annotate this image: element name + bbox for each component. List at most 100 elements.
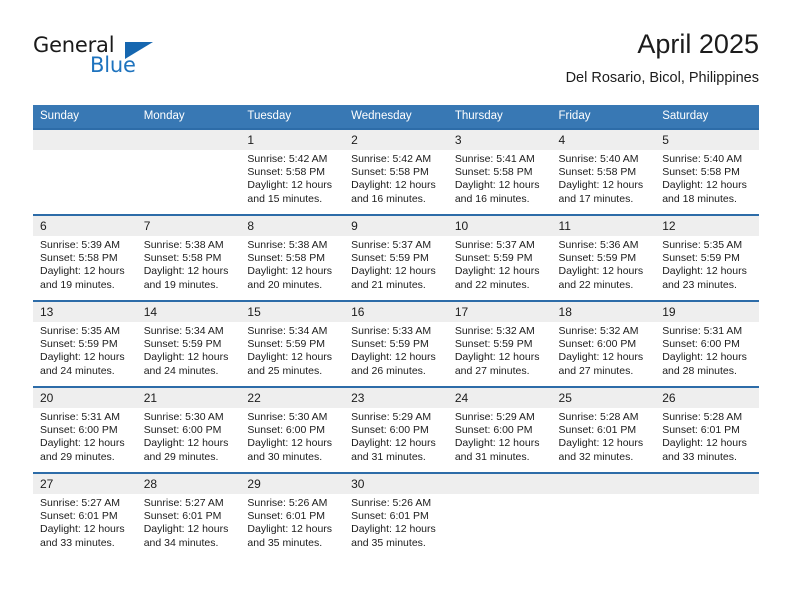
day-sun-info: Sunrise: 5:29 AM Sunset: 6:00 PM Daylight:… — [344, 408, 448, 464]
sunset-text: Sunset: 6:00 PM — [454, 424, 533, 437]
logo-text-blue: Blue — [90, 53, 136, 77]
daylight-text-line2: and 27 minutes. — [558, 364, 634, 377]
calendar-day-cell[interactable]: 21 Sunrise: 5:30 AM Sunset: 6:00 PM Dayligh… — [136, 386, 241, 473]
calendar-day-cell[interactable]: 8 Sunrise: 5:38 AM Sunset: 5:58 PM Daylight… — [240, 214, 345, 301]
daylight-text-line1: Daylight: 12 hours — [454, 437, 540, 450]
day-sun-info: Sunrise: 5:28 AM Sunset: 6:01 PM Daylight:… — [552, 408, 656, 464]
day-sun-info: Sunrise: 5:38 AM Sunset: 5:58 PM Daylight:… — [137, 236, 241, 292]
calendar-day-cell[interactable]: 18 Sunrise: 5:32 AM Sunset: 6:00 PM Dayligh… — [551, 300, 656, 387]
calendar-day-cell[interactable]: 20 Sunrise: 5:31 AM Sunset: 6:00 PM Dayligh… — [33, 386, 137, 473]
daylight-text-line1: Daylight: 12 hours — [247, 437, 333, 450]
daylight-text-line2: and 19 minutes. — [143, 278, 219, 291]
day-sun-info: Sunrise: 5:38 AM Sunset: 5:58 PM Daylight:… — [240, 236, 344, 292]
calendar-day-cell[interactable]: 5 Sunrise: 5:40 AM Sunset: 5:58 PM Daylight… — [655, 128, 759, 215]
sunrise-text: Sunrise: 5:28 AM — [662, 411, 743, 423]
day-sun-info: Sunrise: 5:28 AM Sunset: 6:01 PM Daylight:… — [655, 408, 759, 464]
day-sun-info: Sunrise: 5:33 AM Sunset: 5:59 PM Daylight:… — [344, 322, 448, 378]
sunset-text: Sunset: 6:00 PM — [558, 338, 637, 351]
daylight-text-line2: and 35 minutes. — [247, 536, 323, 549]
daylight-text-line2: and 29 minutes. — [143, 450, 219, 463]
day-number: 8 — [240, 216, 345, 236]
calendar-day-cell[interactable]: 12 Sunrise: 5:35 AM Sunset: 5:59 PM Dayligh… — [655, 214, 759, 301]
calendar-day-cell[interactable]: 26 Sunrise: 5:28 AM Sunset: 6:01 PM Dayligh… — [655, 386, 759, 473]
calendar-day-cell[interactable]: 25 Sunrise: 5:28 AM Sunset: 6:01 PM Dayligh… — [551, 386, 656, 473]
general-blue-logo[interactable]: General Blue — [33, 33, 163, 85]
sunrise-text: Sunrise: 5:37 AM — [454, 239, 535, 251]
sunset-text: Sunset: 6:01 PM — [247, 510, 326, 523]
calendar-body: 1 Sunrise: 5:42 AM Sunset: 5:58 PM Daylight… — [33, 128, 759, 558]
calendar-day-cell[interactable]: 9 Sunrise: 5:37 AM Sunset: 5:59 PM Daylight… — [344, 214, 448, 301]
daylight-text-line2: and 29 minutes. — [40, 450, 115, 463]
daylight-text-line1: Daylight: 12 hours — [143, 351, 229, 364]
calendar-day-cell[interactable]: 19 Sunrise: 5:31 AM Sunset: 6:00 PM Dayligh… — [655, 300, 759, 387]
sunrise-text: Sunrise: 5:42 AM — [351, 153, 432, 165]
calendar-day-cell[interactable]: 23 Sunrise: 5:29 AM Sunset: 6:00 PM Dayligh… — [344, 386, 448, 473]
calendar-day-cell[interactable]: 7 Sunrise: 5:38 AM Sunset: 5:58 PM Daylight… — [136, 214, 241, 301]
daylight-text-line1: Daylight: 12 hours — [40, 523, 125, 536]
calendar-day-cell[interactable]: 16 Sunrise: 5:33 AM Sunset: 5:59 PM Dayligh… — [344, 300, 448, 387]
calendar-day-cell[interactable]: 1 Sunrise: 5:42 AM Sunset: 5:58 PM Daylight… — [240, 128, 345, 215]
daylight-text-line1: Daylight: 12 hours — [662, 265, 747, 278]
calendar-day-cell[interactable]: 14 Sunrise: 5:34 AM Sunset: 5:59 PM Dayligh… — [136, 300, 241, 387]
calendar-day-cell[interactable]: 24 Sunrise: 5:29 AM Sunset: 6:00 PM Dayligh… — [447, 386, 552, 473]
daylight-text-line1: Daylight: 12 hours — [143, 523, 229, 536]
day-number: 7 — [136, 216, 241, 236]
daylight-text-line2: and 31 minutes. — [454, 450, 530, 463]
sunrise-text: Sunrise: 5:27 AM — [143, 497, 224, 509]
daylight-text-line2: and 35 minutes. — [351, 536, 426, 549]
weekday-header-wednesday: Wednesday — [344, 105, 448, 129]
sunrise-text: Sunrise: 5:34 AM — [143, 325, 224, 337]
weekday-header-saturday: Saturday — [655, 105, 759, 129]
calendar-day-cell[interactable]: 11 Sunrise: 5:36 AM Sunset: 5:59 PM Dayligh… — [551, 214, 656, 301]
daylight-text-line1: Daylight: 12 hours — [558, 351, 644, 364]
calendar-day-cell[interactable]: 4 Sunrise: 5:40 AM Sunset: 5:58 PM Daylight… — [551, 128, 656, 215]
calendar-day-cell[interactable]: 2 Sunrise: 5:42 AM Sunset: 5:58 PM Daylight… — [344, 128, 448, 215]
sunset-text: Sunset: 5:59 PM — [40, 338, 118, 351]
sunset-text: Sunset: 6:01 PM — [40, 510, 118, 523]
sunrise-text: Sunrise: 5:40 AM — [558, 153, 639, 165]
calendar-day-cell[interactable]: 28 Sunrise: 5:27 AM Sunset: 6:01 PM Dayligh… — [136, 472, 241, 558]
calendar-day-cell[interactable]: 6 Sunrise: 5:39 AM Sunset: 5:58 PM Daylight… — [33, 214, 137, 301]
day-sun-info: Sunrise: 5:37 AM Sunset: 5:59 PM Daylight:… — [448, 236, 552, 292]
day-number: 26 — [655, 388, 759, 408]
weekday-header-sunday: Sunday — [33, 105, 137, 129]
calendar-day-cell[interactable]: 15 Sunrise: 5:34 AM Sunset: 5:59 PM Dayligh… — [240, 300, 345, 387]
calendar-day-cell[interactable]: 3 Sunrise: 5:41 AM Sunset: 5:58 PM Daylight… — [447, 128, 552, 215]
day-number — [551, 474, 656, 494]
weekday-header-friday: Friday — [551, 105, 656, 129]
day-number: 10 — [447, 216, 552, 236]
calendar-week-row: 6 Sunrise: 5:39 AM Sunset: 5:58 PM Daylight… — [33, 214, 759, 301]
calendar-day-cell[interactable]: 22 Sunrise: 5:30 AM Sunset: 6:00 PM Dayligh… — [240, 386, 345, 473]
page-header: General Blue April 2025 Del Rosario, Bic… — [33, 28, 759, 96]
day-sun-info: Sunrise: 5:35 AM Sunset: 5:59 PM Daylight:… — [655, 236, 759, 292]
daylight-text-line2: and 31 minutes. — [351, 450, 426, 463]
calendar-day-cell[interactable]: 29 Sunrise: 5:26 AM Sunset: 6:01 PM Dayligh… — [240, 472, 345, 558]
day-sun-info: Sunrise: 5:37 AM Sunset: 5:59 PM Daylight:… — [344, 236, 448, 292]
day-sun-info: Sunrise: 5:40 AM Sunset: 5:58 PM Daylight:… — [552, 150, 656, 206]
sunset-text: Sunset: 5:58 PM — [558, 166, 637, 179]
calendar-day-cell[interactable]: 27 Sunrise: 5:27 AM Sunset: 6:01 PM Dayligh… — [33, 472, 137, 558]
day-number: 13 — [33, 302, 137, 322]
day-sun-info: Sunrise: 5:26 AM Sunset: 6:01 PM Daylight:… — [344, 494, 448, 550]
weekday-header-tuesday: Tuesday — [240, 105, 345, 129]
calendar-day-cell[interactable]: 17 Sunrise: 5:32 AM Sunset: 5:59 PM Dayligh… — [447, 300, 552, 387]
daylight-text-line1: Daylight: 12 hours — [351, 523, 436, 536]
daylight-text-line2: and 32 minutes. — [558, 450, 634, 463]
day-sun-info: Sunrise: 5:40 AM Sunset: 5:58 PM Daylight:… — [655, 150, 759, 206]
day-sun-info: Sunrise: 5:34 AM Sunset: 5:59 PM Daylight:… — [240, 322, 344, 378]
sunset-text: Sunset: 5:58 PM — [40, 252, 118, 265]
day-number: 20 — [33, 388, 137, 408]
weekday-header-thursday: Thursday — [447, 105, 552, 129]
day-number: 19 — [655, 302, 759, 322]
day-number: 17 — [447, 302, 552, 322]
sunset-text: Sunset: 6:00 PM — [143, 424, 222, 437]
calendar-day-cell[interactable]: 30 Sunrise: 5:26 AM Sunset: 6:01 PM Dayligh… — [344, 472, 448, 558]
calendar-day-cell-empty — [136, 128, 241, 215]
calendar-day-cell[interactable]: 10 Sunrise: 5:37 AM Sunset: 5:59 PM Dayligh… — [447, 214, 552, 301]
sunset-text: Sunset: 5:58 PM — [351, 166, 429, 179]
calendar-page: General Blue April 2025 Del Rosario, Bic… — [0, 0, 792, 612]
calendar-day-cell[interactable]: 13 Sunrise: 5:35 AM Sunset: 5:59 PM Dayligh… — [33, 300, 137, 387]
daylight-text-line1: Daylight: 12 hours — [558, 265, 644, 278]
day-number: 21 — [136, 388, 241, 408]
day-number: 11 — [551, 216, 656, 236]
